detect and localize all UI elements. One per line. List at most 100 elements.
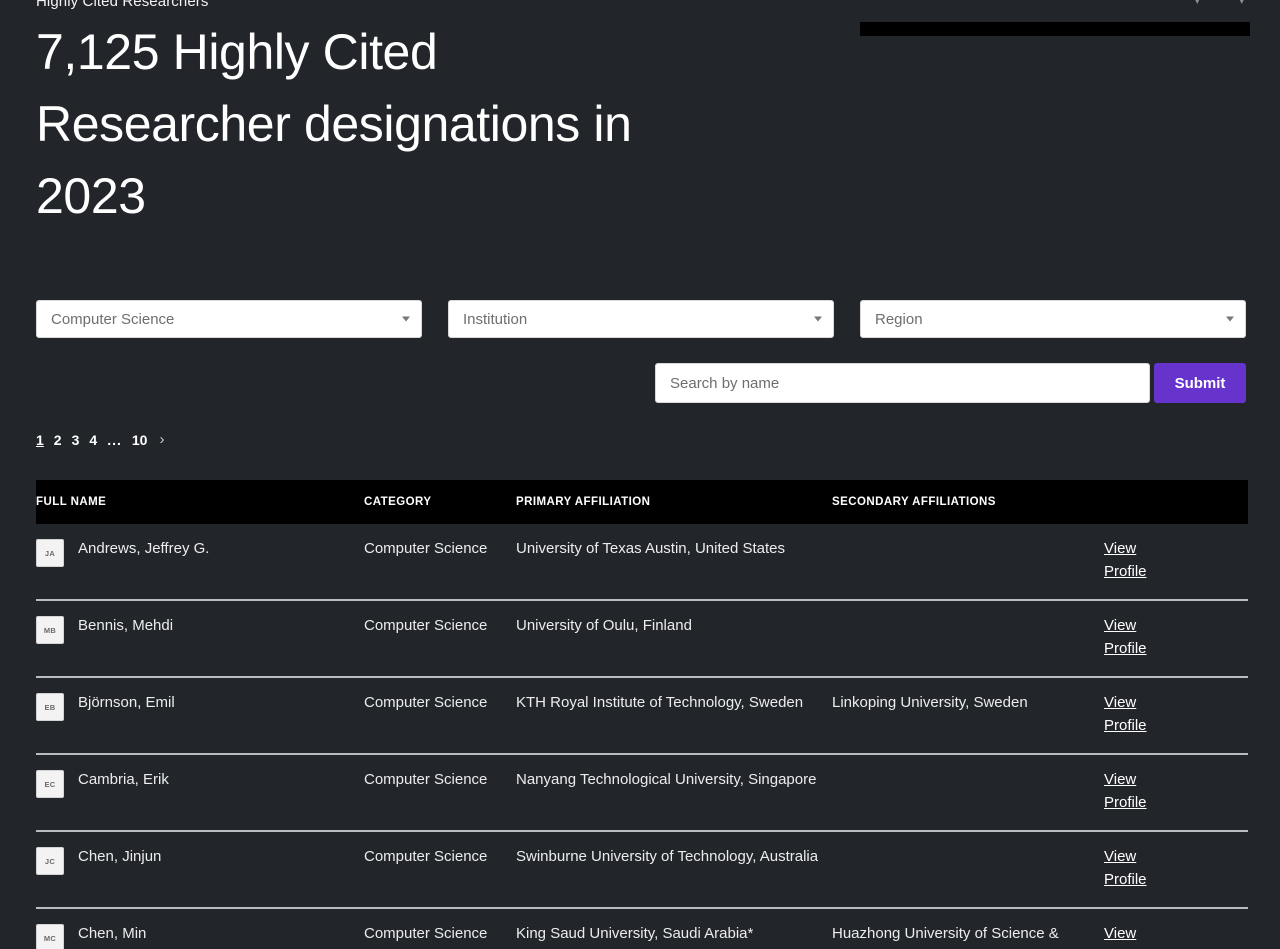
cell-full-name: EB Björnson, Emil xyxy=(36,677,364,755)
cell-secondary-affiliations xyxy=(832,600,1104,678)
view-profile-wrapper: View Profile xyxy=(1104,537,1150,583)
search-input[interactable] xyxy=(655,363,1150,403)
chevron-down-icon xyxy=(814,316,822,322)
cell-actions: View Profile xyxy=(1104,524,1248,601)
pagination: 1 2 3 4 ... 10 › xyxy=(36,431,164,448)
avatar: JA xyxy=(36,539,64,567)
column-header-secondary-affiliations: SECONDARY AFFILIATIONS xyxy=(832,480,1104,524)
cell-primary-affiliation: University of Texas Austin, United State… xyxy=(516,524,832,601)
cell-category: Computer Science xyxy=(364,754,516,832)
page-link-3[interactable]: 3 xyxy=(72,432,80,448)
view-profile-wrapper: View Profile xyxy=(1104,845,1150,891)
cell-actions: View Profile xyxy=(1104,831,1248,909)
page-link-last[interactable]: 10 xyxy=(132,432,148,448)
page-title: 7,125 Highly Cited Researcher designatio… xyxy=(36,24,632,224)
name-cell: EC Cambria, Erik xyxy=(36,768,354,798)
page-link-2[interactable]: 2 xyxy=(54,432,62,448)
chevron-down-icon xyxy=(402,316,410,322)
avatar: EB xyxy=(36,693,64,721)
category-select[interactable]: Computer Science xyxy=(36,300,422,338)
table-row: JA Andrews, Jeffrey G. Computer Science Uni… xyxy=(36,524,1248,601)
avatar: EC xyxy=(36,770,64,798)
nav-brand-label[interactable]: Highly Cited Researchers xyxy=(36,0,208,10)
cell-actions: View Profile xyxy=(1104,600,1248,678)
institution-select[interactable]: Institution xyxy=(448,300,834,338)
table-body: JA Andrews, Jeffrey G. Computer Science Uni… xyxy=(36,524,1248,949)
column-header-full-name: FULL NAME xyxy=(36,480,364,524)
chevron-down-icon xyxy=(1226,316,1234,322)
table-row: MB Bennis, Mehdi Computer Science Universit… xyxy=(36,600,1248,678)
table-row: MC Chen, Min Computer Science King Saud Uni… xyxy=(36,908,1248,949)
view-profile-link[interactable]: View Profile xyxy=(1104,540,1147,580)
cell-primary-affiliation: KTH Royal Institute of Technology, Swede… xyxy=(516,677,832,755)
researcher-name[interactable]: Cambria, Erik xyxy=(78,768,169,791)
table-head: FULL NAME CATEGORY PRIMARY AFFILIATION S… xyxy=(36,480,1248,524)
view-profile-link[interactable]: View Profile xyxy=(1104,925,1147,949)
filter-bar: Computer Science Institution Region xyxy=(36,300,1246,338)
top-navigation-bar: Highly Cited Researchers ▾ ▾ xyxy=(0,0,1280,14)
researchers-table-container: FULL NAME CATEGORY PRIMARY AFFILIATION S… xyxy=(36,480,1248,949)
submit-button[interactable]: Submit xyxy=(1154,363,1246,403)
cell-actions: View Profile xyxy=(1104,754,1248,832)
cell-actions: View Profile xyxy=(1104,908,1248,949)
researcher-name[interactable]: Chen, Min xyxy=(78,922,146,945)
hero-section: 7,125 Highly Cited Researcher designatio… xyxy=(36,16,656,232)
column-header-actions xyxy=(1104,480,1248,524)
avatar: MC xyxy=(36,924,64,949)
cell-full-name: EC Cambria, Erik xyxy=(36,754,364,832)
table-row: EB Björnson, Emil Computer Science KTH Roya… xyxy=(36,677,1248,755)
name-cell: JA Andrews, Jeffrey G. xyxy=(36,537,354,567)
researchers-table: FULL NAME CATEGORY PRIMARY AFFILIATION S… xyxy=(36,480,1248,949)
name-cell: MC Chen, Min xyxy=(36,922,354,949)
researcher-name[interactable]: Bennis, Mehdi xyxy=(78,614,173,637)
table-row: JC Chen, Jinjun Computer Science Swinburne … xyxy=(36,831,1248,909)
cell-secondary-affiliations xyxy=(832,524,1104,601)
view-profile-link[interactable]: View Profile xyxy=(1104,617,1147,657)
cell-primary-affiliation: King Saud University, Saudi Arabia* xyxy=(516,908,832,949)
cell-category: Computer Science xyxy=(364,908,516,949)
view-profile-link[interactable]: View Profile xyxy=(1104,694,1147,734)
view-profile-wrapper: View Profile xyxy=(1104,691,1150,737)
cell-full-name: MB Bennis, Mehdi xyxy=(36,600,364,678)
cell-secondary-affiliations: Huazhong University of Science & Technol… xyxy=(832,908,1104,949)
view-profile-wrapper: View Profile xyxy=(1104,614,1150,660)
cell-full-name: JC Chen, Jinjun xyxy=(36,831,364,909)
view-profile-wrapper: View Profile xyxy=(1104,768,1150,814)
cell-primary-affiliation: University of Oulu, Finland xyxy=(516,600,832,678)
pagination-next-icon[interactable]: › xyxy=(159,431,164,448)
table-header-row: FULL NAME CATEGORY PRIMARY AFFILIATION S… xyxy=(36,480,1248,524)
region-select-value: Region xyxy=(875,310,923,328)
cell-category: Computer Science xyxy=(364,524,516,601)
region-select[interactable]: Region xyxy=(860,300,1246,338)
cell-category: Computer Science xyxy=(364,600,516,678)
avatar: MB xyxy=(36,616,64,644)
name-cell: JC Chen, Jinjun xyxy=(36,845,354,875)
cell-category: Computer Science xyxy=(364,677,516,755)
cell-secondary-affiliations: Linkoping University, Sweden xyxy=(832,677,1104,755)
chevron-down-icon[interactable]: ▾ xyxy=(1195,0,1200,7)
cell-secondary-affiliations xyxy=(832,754,1104,832)
name-cell: EB Björnson, Emil xyxy=(36,691,354,721)
cell-primary-affiliation: Swinburne University of Technology, Aust… xyxy=(516,831,832,909)
view-profile-link[interactable]: View Profile xyxy=(1104,771,1147,811)
cell-full-name: JA Andrews, Jeffrey G. xyxy=(36,524,364,601)
researcher-name[interactable]: Björnson, Emil xyxy=(78,691,175,714)
view-profile-link[interactable]: View Profile xyxy=(1104,848,1147,888)
page-link-1[interactable]: 1 xyxy=(36,432,44,448)
researcher-name[interactable]: Andrews, Jeffrey G. xyxy=(78,537,209,560)
cell-actions: View Profile xyxy=(1104,677,1248,755)
cell-category: Computer Science xyxy=(364,831,516,909)
column-header-primary-affiliation: PRIMARY AFFILIATION xyxy=(516,480,832,524)
category-select-value: Computer Science xyxy=(51,310,175,328)
cell-secondary-affiliations xyxy=(832,831,1104,909)
researcher-name[interactable]: Chen, Jinjun xyxy=(78,845,161,868)
column-header-category: CATEGORY xyxy=(364,480,516,524)
cell-primary-affiliation: Nanyang Technological University, Singap… xyxy=(516,754,832,832)
cell-full-name: MC Chen, Min xyxy=(36,908,364,949)
pagination-ellipsis: ... xyxy=(107,431,122,448)
chevron-down-icon[interactable]: ▾ xyxy=(1239,0,1244,7)
table-row: EC Cambria, Erik Computer Science Nanyang T… xyxy=(36,754,1248,832)
page-link-4[interactable]: 4 xyxy=(89,432,97,448)
search-row: Submit xyxy=(655,363,1246,403)
institution-select-value: Institution xyxy=(463,310,528,328)
